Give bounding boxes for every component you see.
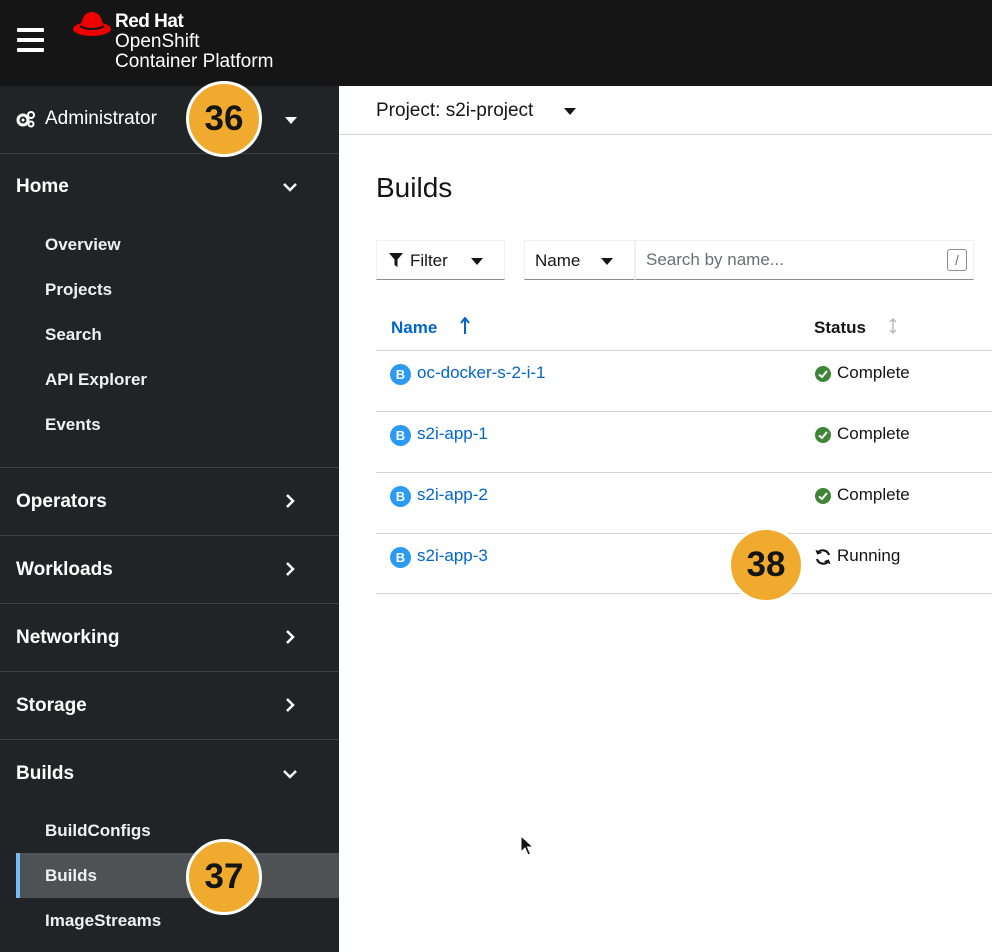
sidebar-nav: Administrator Home Overview Projects Sea… — [0, 86, 339, 952]
nav-section-operators[interactable]: Operators — [0, 467, 339, 535]
chevron-right-icon — [286, 562, 295, 576]
nav-section-label: Operators — [16, 491, 107, 512]
project-selector[interactable]: Project: s2i-project — [376, 100, 533, 122]
brand-name: Red Hat — [115, 11, 184, 32]
caret-down-icon — [471, 258, 483, 265]
callout-badge-37: 37 — [186, 839, 262, 915]
sort-ascending-icon[interactable] — [460, 317, 470, 335]
perspective-label: Administrator — [45, 108, 157, 129]
callout-badge-38: 38 — [728, 527, 804, 603]
sync-icon — [815, 549, 831, 565]
nav-section-label: Builds — [16, 763, 75, 784]
build-resource-icon: B — [390, 425, 411, 446]
bars-icon[interactable] — [17, 28, 44, 52]
nav-item-projects[interactable]: Projects — [45, 280, 112, 300]
filter-type-dropdown[interactable]: Name — [524, 240, 635, 280]
nav-section-label: Networking — [16, 627, 120, 648]
filter-type-label: Name — [535, 251, 581, 270]
build-resource-icon: B — [390, 364, 411, 385]
filter-dropdown[interactable]: Filter — [376, 240, 505, 280]
caret-down-icon — [601, 258, 613, 265]
nav-section-storage[interactable]: Storage — [0, 671, 339, 739]
product-subtitle: Container Platform — [115, 51, 274, 72]
sort-icon[interactable] — [888, 317, 898, 335]
build-name-link[interactable]: oc-docker-s-2-i-1 — [417, 363, 545, 383]
nav-item-imagestreams[interactable]: ImageStreams — [45, 911, 161, 931]
build-name-link[interactable]: s2i-app-3 — [417, 546, 488, 566]
caret-down-icon[interactable] — [564, 108, 576, 115]
column-header-status[interactable]: Status — [814, 318, 866, 338]
perspective-switcher[interactable]: Administrator — [0, 86, 339, 154]
cogs-icon — [16, 111, 35, 128]
chevron-down-icon — [283, 183, 297, 192]
table-row: B oc-docker-s-2-i-1 Complete — [376, 350, 992, 411]
chevron-right-icon — [286, 630, 295, 644]
masthead: Red Hat OpenShift Container Platform — [0, 0, 992, 86]
build-resource-icon: B — [390, 547, 411, 568]
check-circle-icon — [815, 366, 831, 382]
mouse-pointer-icon — [520, 835, 534, 856]
build-name-link[interactable]: s2i-app-2 — [417, 485, 488, 505]
caret-down-icon — [285, 117, 297, 124]
nav-section-home[interactable]: Home — [0, 154, 339, 222]
check-circle-icon — [815, 488, 831, 504]
build-status: Complete — [837, 363, 910, 382]
filter-label: Filter — [410, 251, 448, 270]
chevron-down-icon — [283, 770, 297, 779]
nav-item-overview[interactable]: Overview — [45, 235, 121, 255]
nav-section-workloads[interactable]: Workloads — [0, 535, 339, 603]
table-row: B s2i-app-2 Complete — [376, 472, 992, 533]
table-row: B s2i-app-1 Complete — [376, 411, 992, 472]
build-status: Complete — [837, 485, 910, 504]
search-shortcut-hint: / — [947, 249, 967, 271]
search-field: / — [635, 240, 974, 280]
search-input[interactable] — [636, 241, 936, 279]
active-indicator — [16, 853, 20, 898]
build-status: Running — [837, 546, 901, 565]
nav-section-label: Workloads — [16, 559, 113, 580]
build-status: Complete — [837, 424, 910, 443]
red-hat-icon — [73, 12, 111, 36]
column-header-name[interactable]: Name — [391, 318, 437, 338]
page-title: Builds — [376, 172, 453, 203]
nav-section-builds[interactable]: Builds — [0, 739, 339, 807]
table-row: B s2i-app-3 Running — [376, 533, 992, 594]
chevron-right-icon — [286, 698, 295, 712]
nav-item-builds[interactable]: Builds — [45, 866, 97, 886]
nav-item-api-explorer[interactable]: API Explorer — [45, 370, 147, 390]
filter-icon — [389, 253, 403, 267]
nav-section-networking[interactable]: Networking — [0, 603, 339, 671]
build-name-link[interactable]: s2i-app-1 — [417, 424, 488, 444]
nav-section-label: Storage — [16, 695, 87, 716]
build-resource-icon: B — [390, 486, 411, 507]
nav-item-search[interactable]: Search — [45, 325, 102, 345]
project-bar: Project: s2i-project — [339, 86, 992, 135]
nav-section-label: Home — [16, 176, 69, 197]
main-content: Project: s2i-project Builds Filter Name … — [339, 86, 992, 952]
nav-item-buildconfigs[interactable]: BuildConfigs — [45, 821, 151, 841]
nav-item-events[interactable]: Events — [45, 415, 101, 435]
chevron-right-icon — [286, 494, 295, 508]
check-circle-icon — [815, 427, 831, 443]
product-name: OpenShift — [115, 31, 200, 52]
callout-badge-36: 36 — [186, 81, 262, 157]
